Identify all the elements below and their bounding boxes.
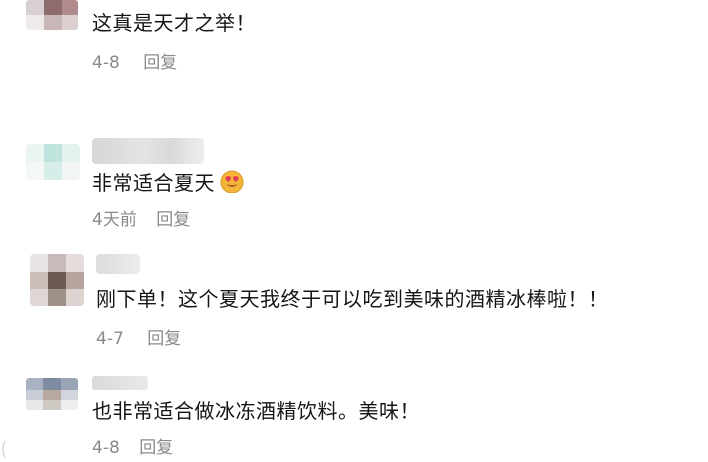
heart-eyes-emoji-icon bbox=[219, 169, 245, 200]
partial-divider bbox=[0, 440, 6, 459]
comment-text: 也非常适合做冰冻酒精饮料。美味！ bbox=[92, 399, 420, 423]
comment-text: 这真是天才之举！ bbox=[92, 11, 256, 35]
comment-item: 也非常适合做冰冻酒精饮料。美味！ 4-8 回复 bbox=[0, 370, 708, 459]
avatar[interactable] bbox=[26, 378, 78, 410]
reply-button[interactable]: 回复 bbox=[156, 209, 190, 231]
comment-date: 4-8 bbox=[92, 53, 120, 73]
comment-meta: 4-8 回复 bbox=[92, 437, 173, 459]
reply-button[interactable]: 回复 bbox=[147, 328, 181, 350]
comment-text: 非常适合夏天 bbox=[92, 169, 245, 200]
reply-button[interactable]: 回复 bbox=[139, 437, 173, 459]
avatar[interactable] bbox=[26, 144, 80, 180]
avatar[interactable] bbox=[26, 0, 78, 30]
comment-date: 4-7 bbox=[96, 329, 124, 349]
avatar[interactable] bbox=[30, 254, 84, 306]
comment-item: 刚下单！这个夏天我终于可以吃到美味的酒精冰棒啦！！ 4-7 回复 bbox=[0, 250, 708, 350]
reply-button[interactable]: 回复 bbox=[143, 52, 177, 74]
username-blurred[interactable] bbox=[96, 254, 140, 274]
comment-date: 4-8 bbox=[92, 438, 120, 458]
comment-meta: 4-7 回复 bbox=[96, 328, 181, 350]
username-blurred[interactable] bbox=[92, 138, 204, 164]
comment-date: 4天前 bbox=[92, 210, 137, 230]
comment-text: 刚下单！这个夏天我终于可以吃到美味的酒精冰棒啦！！ bbox=[96, 287, 609, 311]
comment-meta: 4-8 回复 bbox=[92, 52, 177, 74]
comment-item: 非常适合夏天 4天前 回复 bbox=[0, 130, 708, 240]
comment-meta: 4天前 回复 bbox=[92, 209, 190, 231]
comment-item: 这真是天才之举！ 4-8 回复 bbox=[0, 0, 708, 90]
comment-text-content: 非常适合夏天 bbox=[92, 171, 215, 195]
username-blurred[interactable] bbox=[92, 376, 148, 390]
